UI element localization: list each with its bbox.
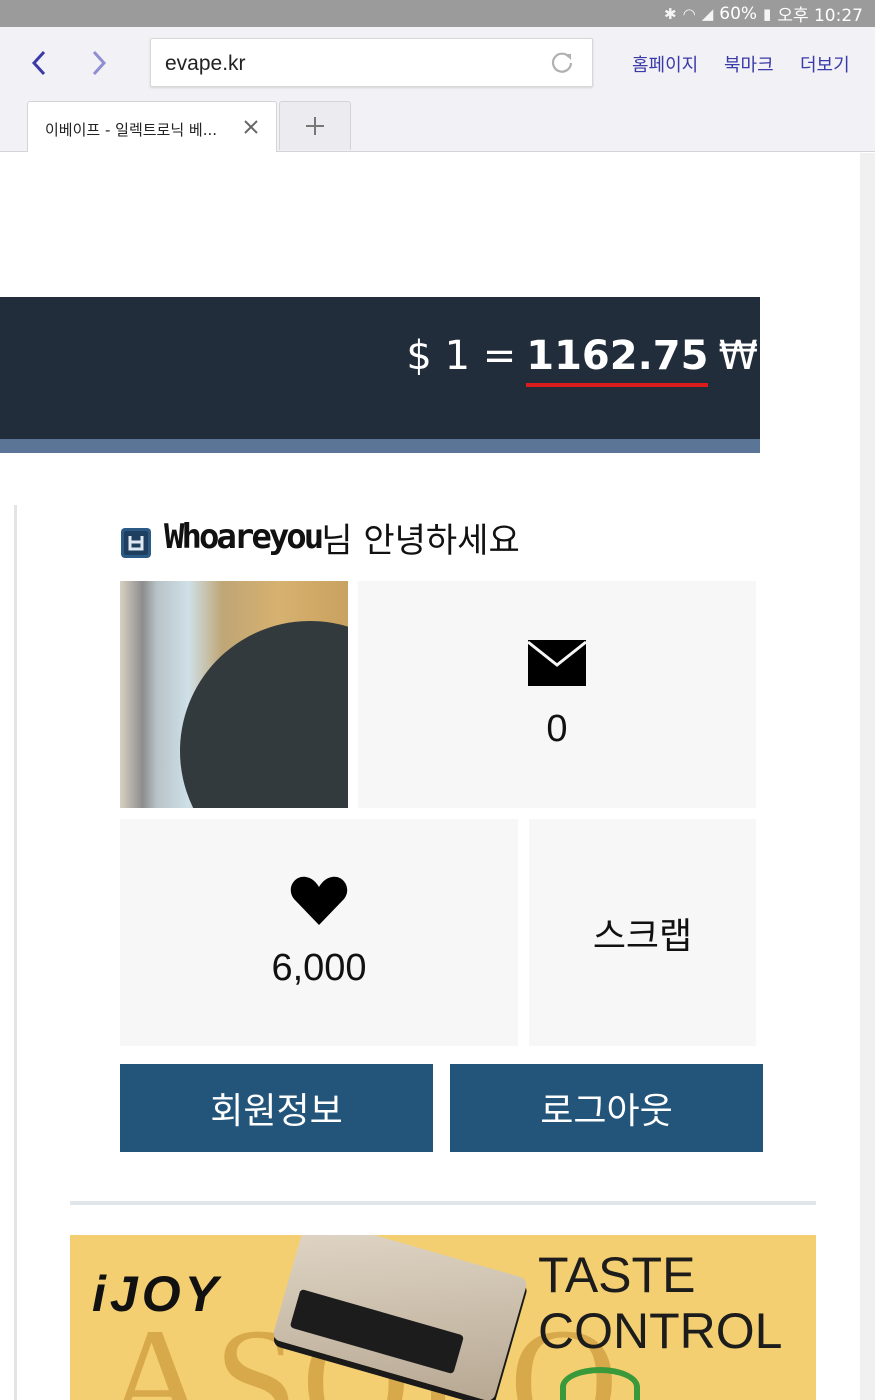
rate-currency: ₩ [718,333,758,379]
plus-icon [306,117,324,135]
back-button[interactable] [22,45,58,81]
homepage-link[interactable]: 홈페이지 [632,51,698,77]
more-link[interactable]: 더보기 [800,51,850,77]
tab-evape[interactable]: 이베이프 - 일렉트로닉 베... [27,101,277,152]
member-greeting: Whoareyou 님 안녕하세요 [120,512,520,562]
member-info-button[interactable]: 회원정보 [120,1064,433,1152]
envelope-icon [528,640,586,686]
heart-icon [290,876,348,925]
chevron-left-icon [31,50,46,76]
chevron-right-icon [92,50,107,76]
messages-count: 0 [546,708,568,750]
rate-prefix: $ 1 = [406,333,517,379]
page-gutter [860,153,875,1400]
ad-slogan-line2: CONTROL [538,1303,783,1359]
leaf-icon [560,1367,640,1400]
signal-icon: ◢ [701,4,714,23]
wifi-icon: ◠ [682,4,696,23]
url-text[interactable]: evape.kr [165,52,246,76]
likes-count: 6,000 [271,947,367,989]
exchange-rate: $ 1 = 1162.75 ₩ [406,333,758,387]
forward-button[interactable] [80,45,116,81]
clock: 오후 10:27 [777,6,863,26]
sidebar-rule [14,505,17,1400]
level-badge-icon [121,528,151,558]
reload-icon[interactable] [550,51,574,75]
scrap-tile[interactable]: 스크랩 [529,819,756,1046]
ad-brand-logo: iJOY [92,1266,222,1322]
banner-stripe [0,439,760,453]
messages-tile[interactable]: 0 [358,581,756,808]
close-icon[interactable] [242,118,260,136]
avatar[interactable] [120,581,348,808]
likes-tile[interactable]: 6,000 [120,819,518,1046]
url-bar[interactable]: evape.kr [150,38,593,87]
battery-icon: ▮ [763,4,772,23]
browser-toolbar: evape.kr 홈페이지 북마크 더보기 [0,27,875,97]
logout-button[interactable]: 로그아웃 [450,1064,763,1152]
rate-value: 1162.75 [526,333,709,387]
ad-slogan-line1: TASTE [538,1247,696,1303]
status-bar: ✱ ◠ ◢ 60% ▮ 오후 10:27 [0,0,875,27]
tab-strip: 이베이프 - 일렉트로닉 베... [0,97,875,152]
scrap-label: 스크랩 [592,915,693,957]
greeting-suffix: 님 안녕하세요 [321,520,520,561]
bluetooth-icon: ✱ [664,4,677,23]
bookmarks-link[interactable]: 북마크 [724,51,774,77]
avatar-photo [146,587,348,808]
ad-slogan: TASTE CONTROL [538,1247,782,1359]
exchange-rate-banner: $ 1 = 1162.75 ₩ [0,297,760,439]
section-divider [70,1201,816,1205]
battery-percent: 60% [719,3,758,24]
member-nickname: Whoareyou [164,517,324,557]
tab-title: 이베이프 - 일렉트로닉 베... [45,121,218,139]
new-tab-button[interactable] [279,101,351,150]
ad-banner[interactable]: ASOLO iJOY TASTE CONTROL [70,1235,816,1400]
